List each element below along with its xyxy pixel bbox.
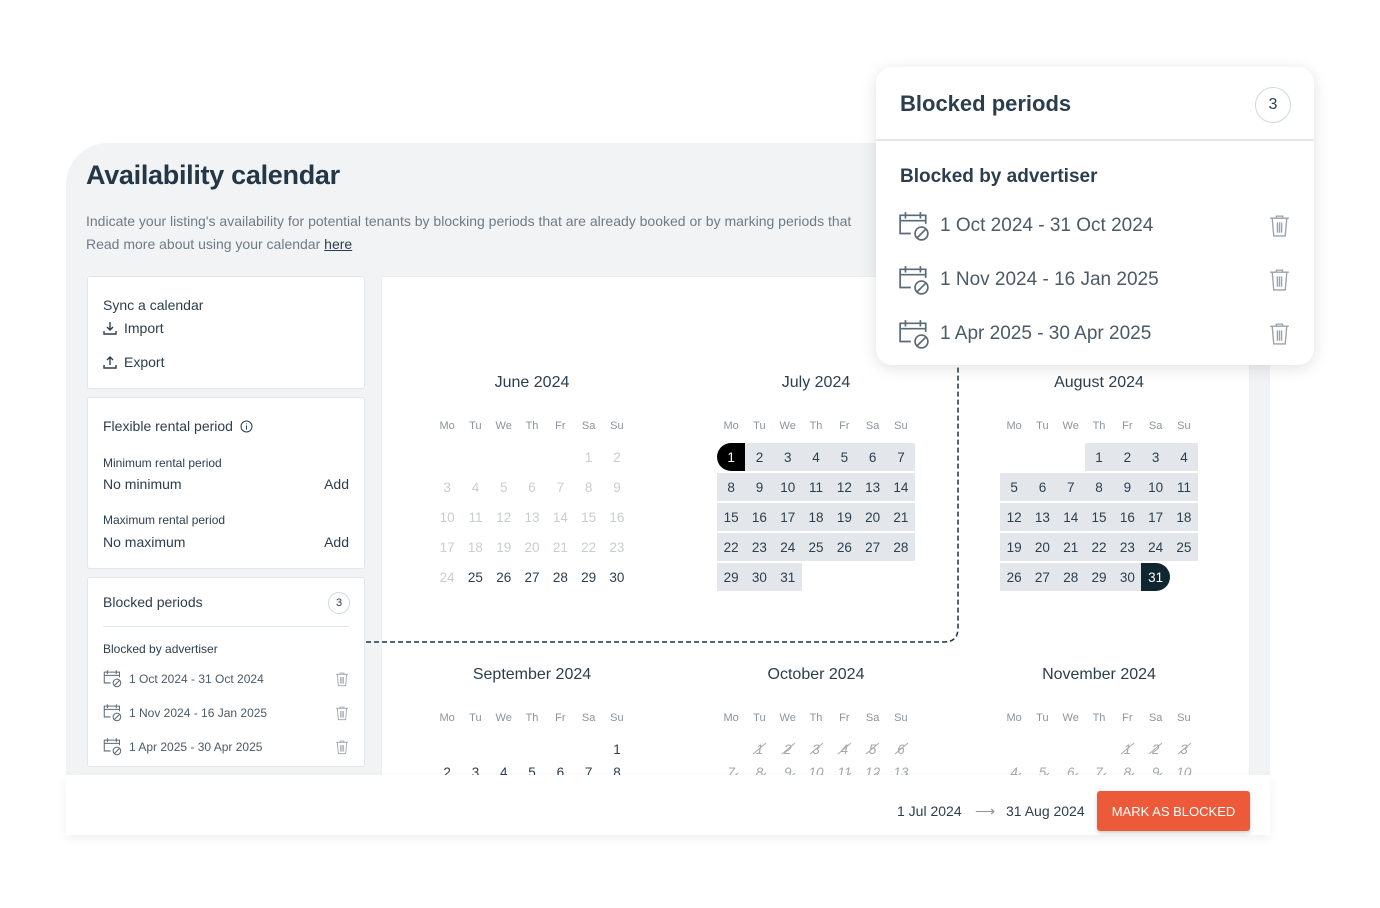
period-label: 1 Oct 2024 - 31 Oct 2024	[940, 215, 1154, 236]
range-end: 31 Aug 2024	[1006, 803, 1085, 819]
calendar-blocked-icon	[899, 320, 929, 349]
calendar-blocked-icon	[899, 266, 929, 295]
arrow-right-icon: ⟶	[975, 803, 996, 819]
trash-icon[interactable]	[1267, 267, 1292, 297]
blocked-period-item[interactable]: 1 Apr 2025 - 30 Apr 2025	[898, 318, 1151, 350]
trash-icon[interactable]	[1267, 213, 1292, 243]
bottom-action-bar	[66, 775, 1270, 835]
blocked-period-item[interactable]: 1 Nov 2024 - 16 Jan 2025	[898, 264, 1159, 296]
period-label: 1 Nov 2024 - 16 Jan 2025	[940, 269, 1159, 290]
popup-title: Blocked periods	[900, 91, 1072, 116]
trash-icon[interactable]	[1267, 321, 1292, 351]
popup-subtitle: Blocked by advertiser	[900, 166, 1098, 187]
blocked-periods-popup: Blocked periods 3 Blocked by advertiser …	[876, 67, 1314, 365]
mark-as-blocked-button[interactable]: MARK AS BLOCKED	[1097, 791, 1250, 831]
popup-count-badge: 3	[1255, 87, 1291, 123]
calendar-blocked-icon	[899, 212, 929, 241]
period-label: 1 Apr 2025 - 30 Apr 2025	[940, 323, 1152, 344]
blocked-period-item[interactable]: 1 Oct 2024 - 31 Oct 2024	[898, 210, 1153, 242]
divider	[876, 139, 1314, 141]
range-start: 1 Jul 2024	[897, 803, 962, 819]
